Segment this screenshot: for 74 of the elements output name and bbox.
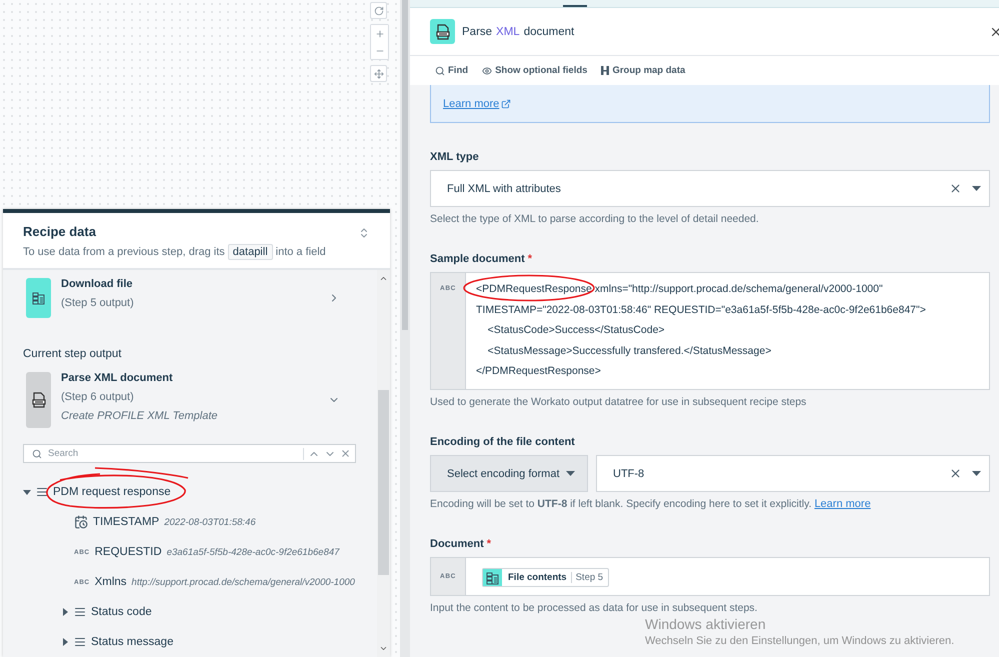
required-asterisk: * [486, 538, 492, 550]
dropdown-caret-icon[interactable] [972, 186, 981, 191]
scrollbar[interactable] [377, 270, 390, 657]
calendar-clock-icon [74, 515, 88, 529]
panel-title: XML [496, 26, 520, 38]
learn-more-link[interactable]: Learn more [443, 98, 512, 110]
search-icon [32, 448, 42, 458]
field-label: XML type [430, 151, 479, 163]
document-stack-icon [32, 291, 46, 305]
tree-item-label[interactable]: TIMESTAMP [93, 516, 160, 528]
search-icon [435, 66, 445, 76]
field-label: Encoding of the file content [430, 436, 575, 448]
close-icon[interactable] [340, 448, 351, 459]
toolbar-button[interactable]: Group map data [601, 65, 686, 76]
panel-subtitle: To use data from a previous step, drag its [23, 246, 225, 258]
scroll-up-icon[interactable] [379, 274, 388, 283]
tree-item-label[interactable]: Status message [91, 636, 174, 648]
list-icon [74, 636, 86, 648]
tree-item-label[interactable]: Status code [91, 606, 152, 618]
learn-more-link[interactable]: Learn more [814, 498, 871, 510]
search-field[interactable]: Search [46, 447, 299, 460]
step-number: (Step 5 output) [61, 297, 135, 309]
step-number: (Step 6 output) [61, 391, 135, 403]
required-asterisk: * [528, 253, 532, 265]
scroll-down-icon[interactable] [379, 644, 388, 653]
caret-icon[interactable] [61, 608, 69, 616]
tree-item-label[interactable]: PDM request response [53, 486, 171, 498]
sample-value: e3a61a5f-5f5b-428e-ac0c-9f2e61b6e847 [166, 546, 340, 558]
external-link-icon [501, 98, 512, 108]
search-field[interactable]: Search [23, 444, 356, 463]
dropdown-caret-icon[interactable] [972, 471, 981, 476]
resize-icon[interactable] [358, 227, 370, 239]
field-hint: Input the content to be processed as data for use in subsequent steps. [430, 602, 758, 614]
dropdown-caret-icon[interactable] [566, 471, 575, 476]
document-stack-icon [486, 570, 500, 584]
field-hint: Encoding will be set to UTF-8 if left blank. Specify encoding here to set it explicitly. Learn more [430, 498, 872, 510]
text-area[interactable]: <PDMRequestResponse xmlns="http://support.procad.de/schema/general/v2000-1000" TIMESTAMP="2022-08-03T01:58:46" REQUESTID="e3a61a5f-5f5b-428e-ac0c-9f2e61b6e847"> <StatusCode>Success</StatusCode> <StatusMessage>Successfully transfered.</StatusMessage> </PDMRequestResponse> [466, 273, 989, 389]
select-field[interactable]: Full XML with attributes [430, 170, 990, 207]
eye-icon [482, 66, 492, 76]
step-description: Create PROFILE XML Template [61, 410, 219, 422]
panel-subtitle: into a field [276, 246, 326, 258]
field-hint: Used to generate the Workato output datatree for use in subsequent recipe steps [430, 396, 808, 408]
list-icon [36, 486, 48, 498]
reset-button[interactable] [370, 2, 387, 19]
encoding-mode-dropdown[interactable]: Select encoding format [430, 455, 588, 492]
caret-icon[interactable] [23, 488, 31, 496]
list-icon [74, 606, 86, 618]
caret-icon[interactable] [61, 638, 69, 646]
plus-icon [374, 28, 384, 38]
field-label: Sample document [430, 253, 525, 265]
section-heading: Current step output [23, 348, 122, 360]
step-title[interactable]: Download file [61, 278, 318, 290]
rotate-icon [374, 6, 384, 16]
field-label: Document [430, 538, 484, 550]
field-hint: Select the type of XML to parse according to the level of detail needed. [430, 213, 760, 225]
clear-icon[interactable] [949, 467, 962, 480]
panel-title: document [524, 26, 574, 38]
datapill: datapill [228, 244, 273, 260]
clear-icon[interactable] [949, 182, 962, 195]
panel-title: Parse [462, 26, 492, 38]
activation-notice-text: Wechseln Sie zu den Einstellungen, um Windows zu aktivieren. [645, 635, 954, 647]
panel-title: Recipe data [23, 224, 96, 239]
sample-value: http://support.procad.de/schema/general/v2000-1000 [132, 576, 355, 588]
tree-item-label[interactable]: Xmlns [94, 576, 127, 588]
move-icon [374, 68, 384, 78]
datapill[interactable]: File contents Step 5 [482, 568, 610, 587]
toolbar-button[interactable]: Find [435, 65, 468, 76]
sample-value: 2022-08-03T01:58:46 [164, 516, 256, 528]
toolbar-button[interactable]: Show optional fields [482, 65, 588, 76]
tree-item-label[interactable]: REQUESTID [94, 546, 162, 558]
activation-notice-title: Windows aktivieren [645, 616, 767, 632]
select-field[interactable]: UTF-8 [596, 455, 990, 492]
fit-view-button[interactable] [370, 65, 387, 82]
step-title[interactable]: Parse XML document [61, 372, 318, 384]
